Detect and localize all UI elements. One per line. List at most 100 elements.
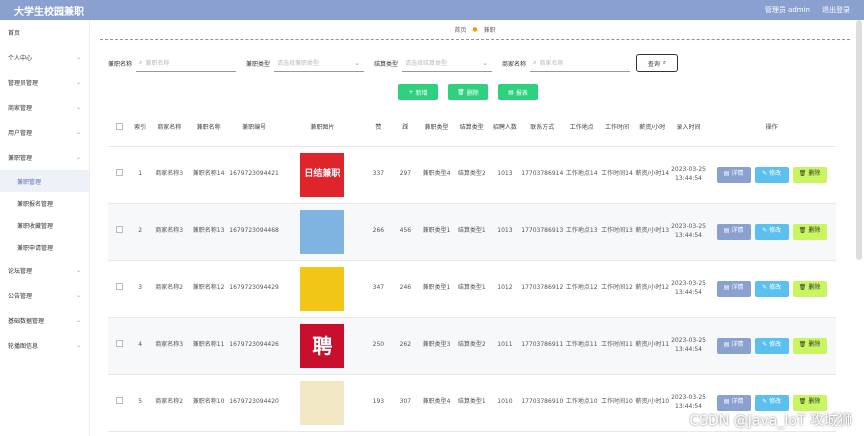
sidebar-subitem-0[interactable]: 兼职管理	[0, 170, 89, 192]
edit-button[interactable]: ✎ 修改	[754, 280, 789, 297]
sidebar-item-4[interactable]: 用户管理 ⌄	[0, 120, 89, 145]
settle-type-select[interactable]: 请选择结算类型 ⌄	[402, 55, 493, 72]
delete-button[interactable]: 🗑 删除	[792, 223, 827, 240]
trash-icon: 🗑	[798, 284, 807, 292]
cell-code: 1679723094468	[228, 203, 280, 261]
cell-count: 1011	[489, 317, 521, 375]
report-button[interactable]: ▤ 报表	[498, 84, 538, 100]
select-all-checkbox[interactable]	[115, 122, 123, 130]
cell-type: 兼职类型3	[418, 317, 455, 375]
cell-idx: 2	[130, 203, 150, 261]
cell-shop: 商家名称3	[149, 317, 189, 375]
delete-button[interactable]: 🗑 删除	[792, 337, 827, 354]
table-row: 2 商家名称3 兼职名称13 1679723094468 266 456 兼职类型1 结算类型…	[108, 203, 836, 261]
row-checkbox[interactable]	[115, 397, 123, 405]
cell-date: 2023-03-25 13:44:54	[669, 317, 708, 375]
add-button[interactable]: + 新增	[398, 84, 438, 100]
cell-salary: 薪资/小时12	[634, 260, 670, 318]
job-type-select[interactable]: 请选择兼职类型 ⌄	[274, 55, 365, 72]
page-scrollbar[interactable]	[856, 20, 862, 260]
cell-name: 兼职名称11	[188, 317, 229, 375]
sidebar-subitem-2[interactable]: 兼职收藏管理	[0, 214, 89, 236]
detail-button[interactable]: ▤ 详情	[716, 394, 751, 411]
cell-dislike: 456	[391, 203, 419, 261]
cell-name: 兼职名称12	[188, 260, 229, 318]
breadcrumb-home[interactable]: 首页	[454, 25, 466, 34]
delete-button[interactable]: 🗑 删除	[792, 280, 827, 297]
edit-button[interactable]: ✎ 修改	[754, 223, 789, 240]
sidebar-item-label: 公告管理	[8, 293, 33, 300]
cell-type: 兼职类型1	[418, 260, 455, 318]
sidebar-item-after-2[interactable]: 基础数据管理 ⌄	[0, 308, 89, 333]
cell-phone: 17703786912	[520, 260, 565, 318]
trash-icon: 🗑	[798, 227, 807, 235]
batch-delete-button[interactable]: 🗑 删除	[448, 84, 488, 100]
job-name-input[interactable]: ⌕ 兼职名称	[136, 55, 237, 72]
cell-phone: 17703786913	[520, 203, 565, 261]
sidebar-item-after-0[interactable]: 论坛管理 ⌄	[0, 258, 89, 283]
sidebar-item-5[interactable]: 兼职管理 ⌄	[0, 145, 89, 170]
job-type-label: 兼职类型	[246, 60, 271, 68]
query-button[interactable]: 查询 ⌕	[636, 54, 679, 72]
shop-name-label: 商家名称	[502, 60, 527, 68]
logout-link[interactable]: 退出登录	[822, 5, 850, 15]
chevron-down-icon: ⌄	[75, 317, 81, 324]
delete-button[interactable]: 🗑 删除	[792, 394, 827, 411]
table-row: 3 商家名称2 兼职名称12 1679723094429 347 246 兼职类型1 结算类型…	[108, 260, 836, 318]
cell-shop: 商家名称2	[149, 374, 189, 432]
sidebar-item-label: 商家管理	[8, 105, 33, 112]
edit-button[interactable]: ✎ 修改	[754, 166, 789, 183]
chevron-down-icon: ⌄	[75, 154, 81, 161]
cell-date: 2023-03-25 13:44:54	[669, 260, 708, 318]
column-header: 兼职图片	[279, 110, 365, 147]
toolbar: + 新增 🗑 删除 ▤ 报表	[398, 84, 538, 100]
cell-count: 1013	[489, 203, 521, 261]
row-checkbox[interactable]	[115, 283, 123, 291]
cell-count: 1010	[489, 374, 521, 432]
row-checkbox[interactable]	[115, 169, 123, 177]
breadcrumb-current: 兼职	[483, 27, 496, 34]
chart-icon: ▤	[508, 88, 514, 96]
job-table: 索引 商家名称 兼职名称 兼职编号 兼职图片赞踩兼职类型 结算类型 招聘人数 联系方式 工作地点…	[108, 110, 836, 432]
chevron-down-icon: ⌄	[482, 58, 489, 67]
trash-icon: 🗑	[798, 170, 807, 178]
sidebar-item-label: 论坛管理	[8, 268, 33, 275]
column-header: 联系方式	[520, 110, 565, 147]
sidebar-item-0[interactable]: 首页	[0, 20, 89, 45]
chevron-down-icon: ⌄	[354, 58, 361, 67]
cell-idx: 4	[130, 317, 150, 375]
sidebar-item-after-1[interactable]: 公告管理 ⌄	[0, 283, 89, 308]
sidebar-subitem-3[interactable]: 兼职申请管理	[0, 236, 89, 258]
shop-name-input[interactable]: ⌕ 商家名称	[530, 55, 631, 72]
trash-icon: 🗑	[798, 398, 807, 406]
edit-button[interactable]: ✎ 修改	[754, 337, 789, 354]
cell-idx: 3	[130, 260, 150, 318]
detail-button[interactable]: ▤ 详情	[716, 223, 751, 240]
cell-settle: 结算类型1	[454, 260, 490, 318]
sidebar: 首页 个人中心 ⌄ 管理员管理 ⌄ 商家管理 ⌄ 用户管理 ⌄ 兼职管理 ⌄ 兼职管理 兼职报名管理 兼职…	[0, 20, 90, 436]
sidebar-item-3[interactable]: 商家管理 ⌄	[0, 95, 89, 120]
row-checkbox[interactable]	[115, 226, 123, 234]
column-header: 工作地点	[564, 110, 600, 147]
edit-button[interactable]: ✎ 修改	[754, 394, 789, 411]
detail-button[interactable]: ▤ 详情	[716, 166, 751, 183]
cell-time: 工作时间13	[599, 203, 635, 261]
cell-salary: 薪资/小时11	[634, 317, 670, 375]
document-icon: ▤	[723, 341, 730, 349]
column-header: 商家名称	[149, 110, 189, 147]
sidebar-item-after-3[interactable]: 轮播图信息 ⌄	[0, 333, 89, 358]
cell-count: 1013	[489, 146, 521, 204]
row-checkbox[interactable]	[115, 340, 123, 348]
pencil-icon: ✎	[762, 227, 768, 235]
detail-button[interactable]: ▤ 详情	[716, 280, 751, 297]
sidebar-item-2[interactable]: 管理员管理 ⌄	[0, 70, 89, 95]
cell-place: 工作地点14	[564, 146, 600, 204]
detail-button[interactable]: ▤ 详情	[716, 337, 751, 354]
cell-phone: 17703786911	[520, 317, 565, 375]
delete-button[interactable]: 🗑 删除	[792, 166, 827, 183]
cell-like: 347	[364, 260, 392, 318]
cell-dislike: 307	[391, 374, 419, 432]
sidebar-item-1[interactable]: 个人中心 ⌄	[0, 45, 89, 70]
sidebar-subitem-1[interactable]: 兼职报名管理	[0, 192, 89, 214]
sidebar-item-label: 管理员管理	[8, 80, 39, 87]
